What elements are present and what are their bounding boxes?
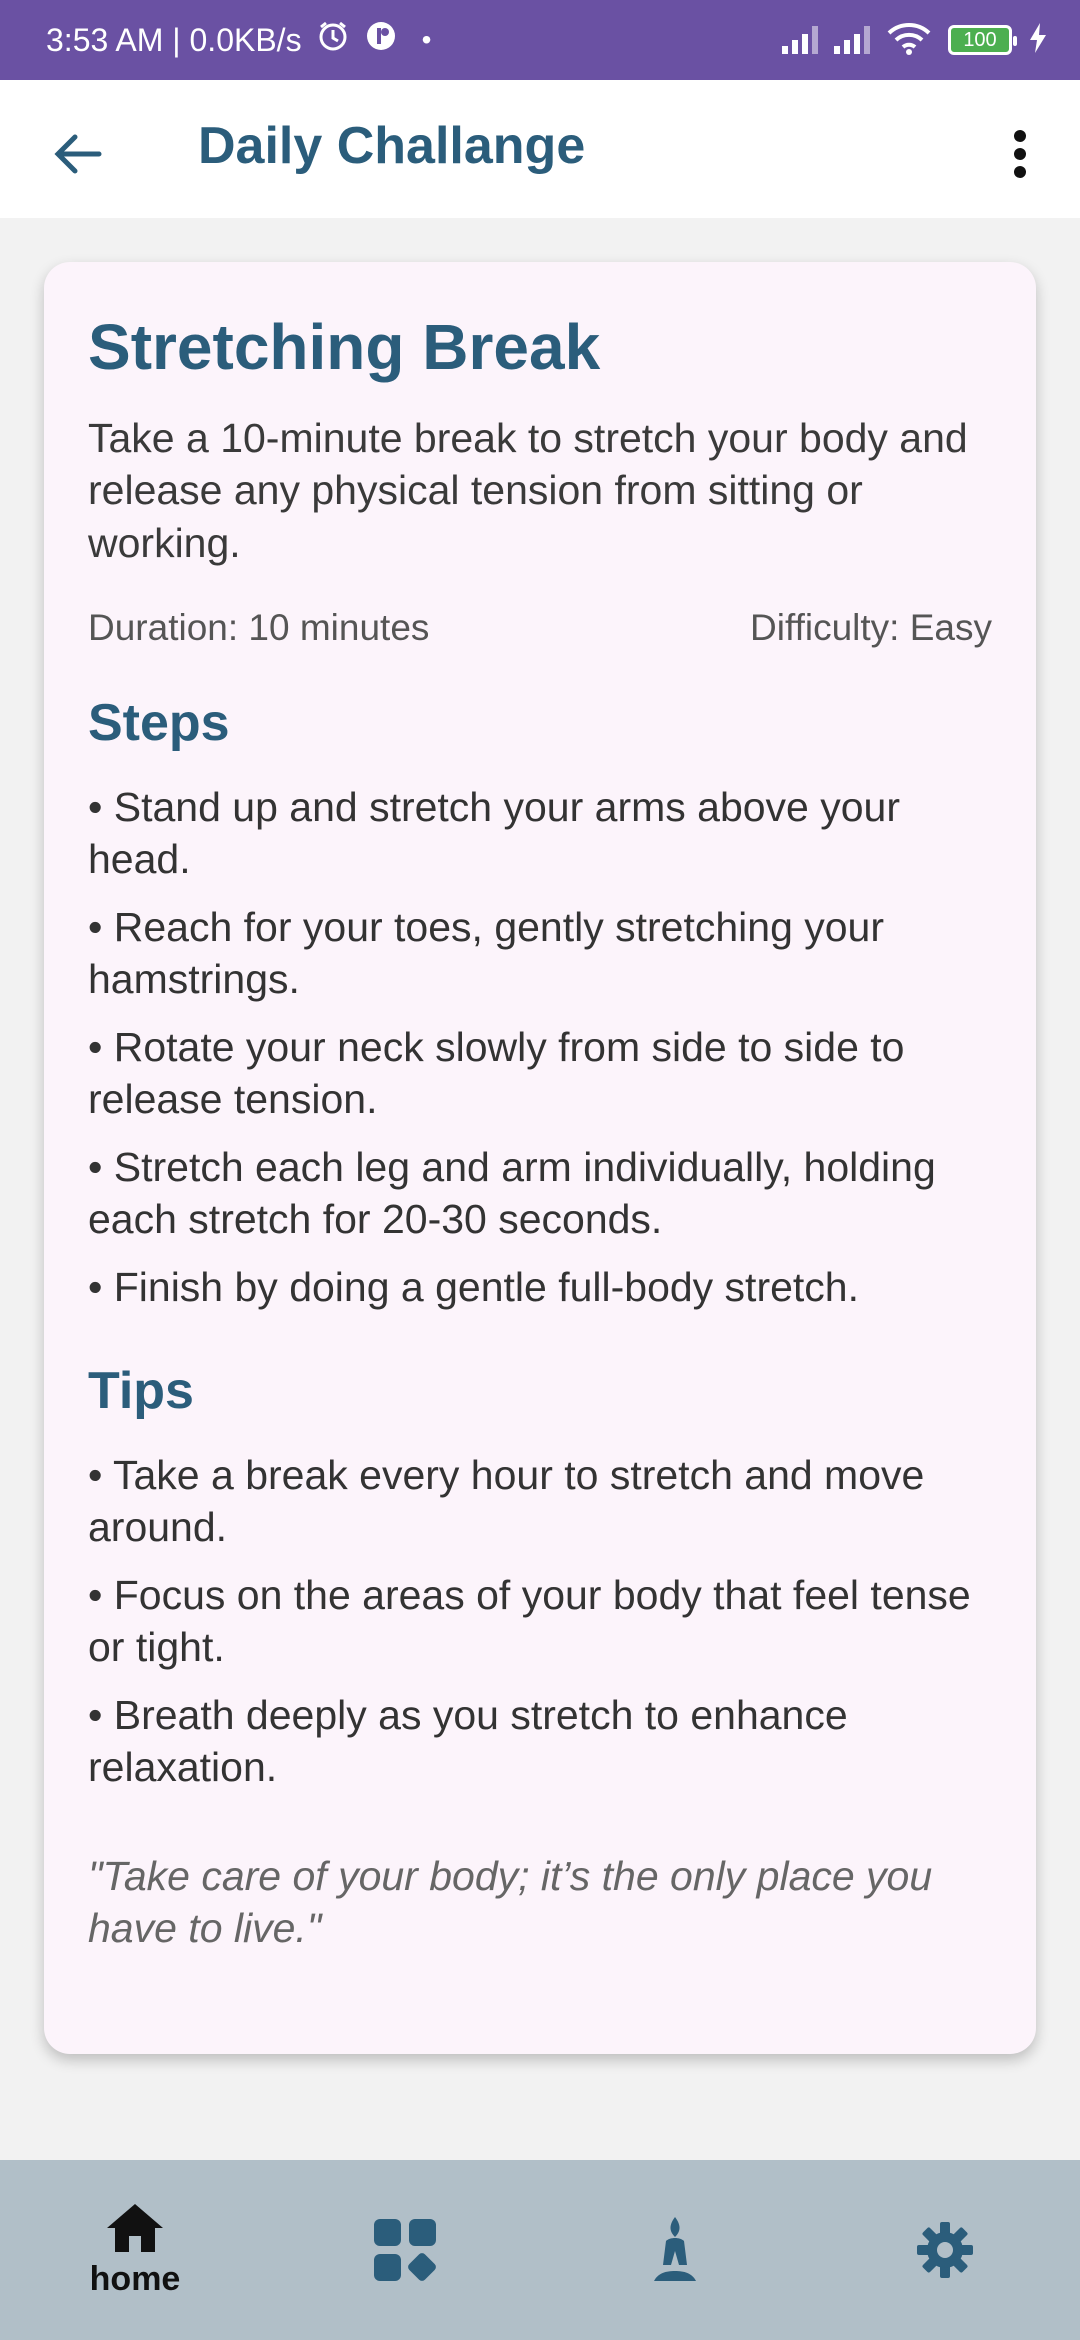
meditation-icon xyxy=(654,2217,696,2281)
dot-icon: • xyxy=(421,24,432,55)
tips-heading: Tips xyxy=(88,1362,194,1421)
tip-item: • Focus on the areas of your body that f… xyxy=(88,1572,971,1671)
status-right: 100 xyxy=(782,21,1048,60)
tips-list: • Take a break every hour to stretch and… xyxy=(88,1449,992,1793)
challenge-card: Stretching Break Take a 10-minute break … xyxy=(44,262,1036,2054)
step-item: • Rotate your neck slowly from side to s… xyxy=(88,1023,905,1122)
signal-icon xyxy=(782,26,818,54)
more-vert-icon xyxy=(1014,130,1026,178)
home-icon xyxy=(107,2203,163,2252)
tip-item: • Breath deeply as you stretch to enhanc… xyxy=(88,1692,848,1791)
steps-list: • Stand up and stretch your arms above y… xyxy=(88,781,992,1314)
nav-meditation[interactable] xyxy=(575,2170,775,2330)
step-item: • Stretch each leg and arm individually,… xyxy=(88,1143,936,1243)
status-time-speed: 3:53 AM | 0.0KB/s xyxy=(46,21,302,58)
nav-home[interactable]: home xyxy=(35,2170,235,2330)
challenge-title: Stretching Break xyxy=(88,311,601,383)
bottom-navigation: home xyxy=(0,2160,1080,2340)
back-arrow-icon xyxy=(54,134,102,174)
charging-icon xyxy=(1028,22,1048,58)
step-item: • Stand up and stretch your arms above y… xyxy=(88,783,901,882)
challenge-description: Take a 10-minute break to stretch your b… xyxy=(88,415,968,566)
back-button[interactable] xyxy=(38,114,118,194)
nav-dashboard[interactable] xyxy=(305,2170,505,2330)
step-item: • Reach for your toes, gently stretching… xyxy=(88,903,885,1002)
overflow-menu-button[interactable] xyxy=(980,114,1060,194)
alarm-icon xyxy=(316,19,350,61)
signal-icon-2 xyxy=(834,26,870,54)
nav-settings[interactable] xyxy=(845,2170,1045,2330)
wifi-icon xyxy=(886,21,932,60)
app-bar: Daily Challange xyxy=(0,80,1080,218)
duration-text: Duration: 10 minutes xyxy=(88,606,430,648)
page-title: Daily Challange xyxy=(198,117,586,175)
dashboard-icon xyxy=(374,2219,436,2281)
quote-text: "Take care of your body; it’s the only p… xyxy=(88,1852,933,1951)
tip-item: • Take a break every hour to stretch and… xyxy=(88,1452,925,1551)
app-notification-icon xyxy=(364,19,398,61)
step-item: • Finish by doing a gentle full-body str… xyxy=(88,1264,859,1311)
status-bar: 3:53 AM | 0.0KB/s • 100 xyxy=(0,0,1080,80)
status-left: 3:53 AM | 0.0KB/s • xyxy=(46,19,431,61)
battery-icon: 100 xyxy=(948,25,1017,55)
nav-home-label: home xyxy=(89,2259,181,2298)
steps-heading: Steps xyxy=(88,693,230,752)
settings-icon xyxy=(917,2222,973,2278)
difficulty-text: Difficulty: Easy xyxy=(750,606,992,648)
battery-level: 100 xyxy=(963,28,997,51)
challenge-meta: Duration: 10 minutes Difficulty: Easy xyxy=(88,607,992,649)
